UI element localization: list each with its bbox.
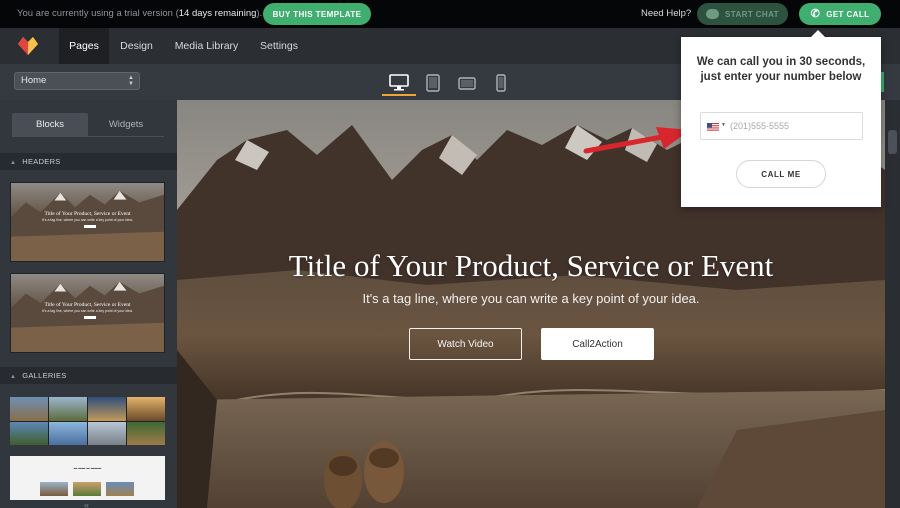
tablet-landscape-view-button[interactable] xyxy=(450,70,484,96)
gallery-image xyxy=(73,482,101,496)
phone-placeholder: (201)555-5555 xyxy=(730,121,790,131)
gallery-image xyxy=(40,482,68,496)
watch-video-label: Watch Video xyxy=(437,338,494,350)
page-select-value: Home xyxy=(21,75,47,86)
gallery-image xyxy=(10,397,48,421)
tab-settings[interactable]: Settings xyxy=(254,28,304,64)
desktop-view-button[interactable] xyxy=(382,70,416,96)
select-arrows-icon: ▲ ▼ xyxy=(128,75,134,87)
buy-template-button[interactable]: BUY THIS TEMPLATE xyxy=(263,3,371,25)
tablet-landscape-icon xyxy=(458,76,476,90)
section-galleries[interactable]: ▲ GALLERIES xyxy=(0,367,177,384)
tab-design[interactable]: Design xyxy=(114,28,159,64)
get-call-label: GET CALL xyxy=(826,9,870,19)
country-dropdown-caret-icon[interactable]: ▼ xyxy=(721,122,726,128)
trial-days-remaining: 14 days remaining xyxy=(178,8,257,19)
section-galleries-label: GALLERIES xyxy=(22,371,67,380)
gallery-block-thumbnail[interactable]: ▬ ▬▬ ▬ ▬▬▬ xyxy=(10,456,165,500)
canvas-scrollbar[interactable] xyxy=(885,100,900,508)
scrollbar-thumb[interactable] xyxy=(888,130,897,154)
gallery-image xyxy=(106,482,134,496)
gallery-image xyxy=(88,421,126,445)
buy-template-label: BUY THIS TEMPLATE xyxy=(272,9,362,19)
need-help-label: Need Help? xyxy=(641,8,692,19)
desktop-icon xyxy=(389,73,409,90)
tab-widgets[interactable]: Widgets xyxy=(88,113,164,136)
blocks-sidebar: Blocks Widgets ▲ HEADERS Title of Your Pr… xyxy=(0,100,177,508)
trial-notice: You are currently using a trial version … xyxy=(17,8,262,19)
thumb-title: Title of Your Product, Service or Event xyxy=(44,211,131,217)
chevron-up-icon: ▲ xyxy=(10,374,17,380)
phone-number-input[interactable]: ▼ (201)555-5555 xyxy=(700,112,863,140)
sidebar-tabs: Blocks Widgets xyxy=(12,113,164,137)
callback-popup-title: We can call you in 30 seconds, just ente… xyxy=(696,56,866,83)
chat-bubble-icon xyxy=(706,9,720,19)
mountain-image xyxy=(11,281,164,352)
header-block-thumbnail[interactable]: Title of Your Product, Service or Event … xyxy=(10,182,165,262)
call-to-action-button[interactable]: Call2Action xyxy=(541,328,654,360)
gallery-block-thumbnail[interactable] xyxy=(10,397,165,445)
hero-tagline[interactable]: It's a tag line, where you can write a k… xyxy=(177,291,885,306)
call-me-label: CALL ME xyxy=(761,169,801,179)
hero-title[interactable]: Title of Your Product, Service or Event xyxy=(177,248,885,284)
thumb-button xyxy=(84,225,96,228)
mountain-image xyxy=(11,190,164,261)
logo-icon[interactable] xyxy=(17,36,39,56)
section-headers-label: HEADERS xyxy=(22,157,61,166)
tablet-view-button[interactable] xyxy=(416,70,450,96)
gallery-image xyxy=(127,397,165,421)
phone-icon: ✆ xyxy=(810,7,821,20)
chevron-up-icon: ▲ xyxy=(10,160,17,166)
app-root: You are currently using a trial version … xyxy=(0,0,900,508)
tablet-icon xyxy=(426,74,440,92)
header-block-thumbnail[interactable]: Title of Your Product, Service or Event … xyxy=(10,273,165,353)
page-select[interactable]: Home ▲ ▼ xyxy=(14,72,140,90)
trial-notice-suffix: ). xyxy=(256,8,263,19)
tab-pages[interactable]: Pages xyxy=(59,28,109,64)
call-me-button[interactable]: CALL ME xyxy=(736,160,826,188)
start-chat-button[interactable]: START CHAT xyxy=(697,3,788,25)
thumb-button xyxy=(84,316,96,319)
call-to-action-label: Call2Action xyxy=(572,338,623,350)
red-arrow-annotation xyxy=(583,127,690,154)
thumb-tagline: It's a tag line, where you can write a k… xyxy=(42,309,133,313)
trial-notice-prefix: You are currently using a trial version … xyxy=(17,8,179,19)
gallery-image xyxy=(88,397,126,421)
phone-icon xyxy=(496,74,506,92)
us-flag-icon[interactable] xyxy=(707,123,719,131)
collapse-sidebar-icon[interactable]: « xyxy=(84,500,89,508)
trial-bar: You are currently using a trial version … xyxy=(0,0,900,28)
thumb-tagline: It's a tag line, where you can write a k… xyxy=(42,218,133,222)
watch-video-button[interactable]: Watch Video xyxy=(409,328,522,360)
tab-media-library[interactable]: Media Library xyxy=(170,28,243,64)
section-headers[interactable]: ▲ HEADERS xyxy=(0,153,177,170)
gallery-image xyxy=(49,421,87,445)
gallery-image xyxy=(49,397,87,421)
gallery-image xyxy=(10,421,48,445)
gallery-thumb-text: ▬ ▬▬ ▬ ▬▬▬ xyxy=(73,466,102,470)
get-call-button[interactable]: ✆ GET CALL xyxy=(799,3,881,25)
callback-popup: We can call you in 30 seconds, just ente… xyxy=(681,30,881,207)
phone-view-button[interactable] xyxy=(484,70,518,96)
gallery-image xyxy=(127,421,165,445)
tab-blocks[interactable]: Blocks xyxy=(12,113,88,136)
start-chat-label: START CHAT xyxy=(725,9,779,19)
thumb-title: Title of Your Product, Service or Event xyxy=(44,302,131,308)
